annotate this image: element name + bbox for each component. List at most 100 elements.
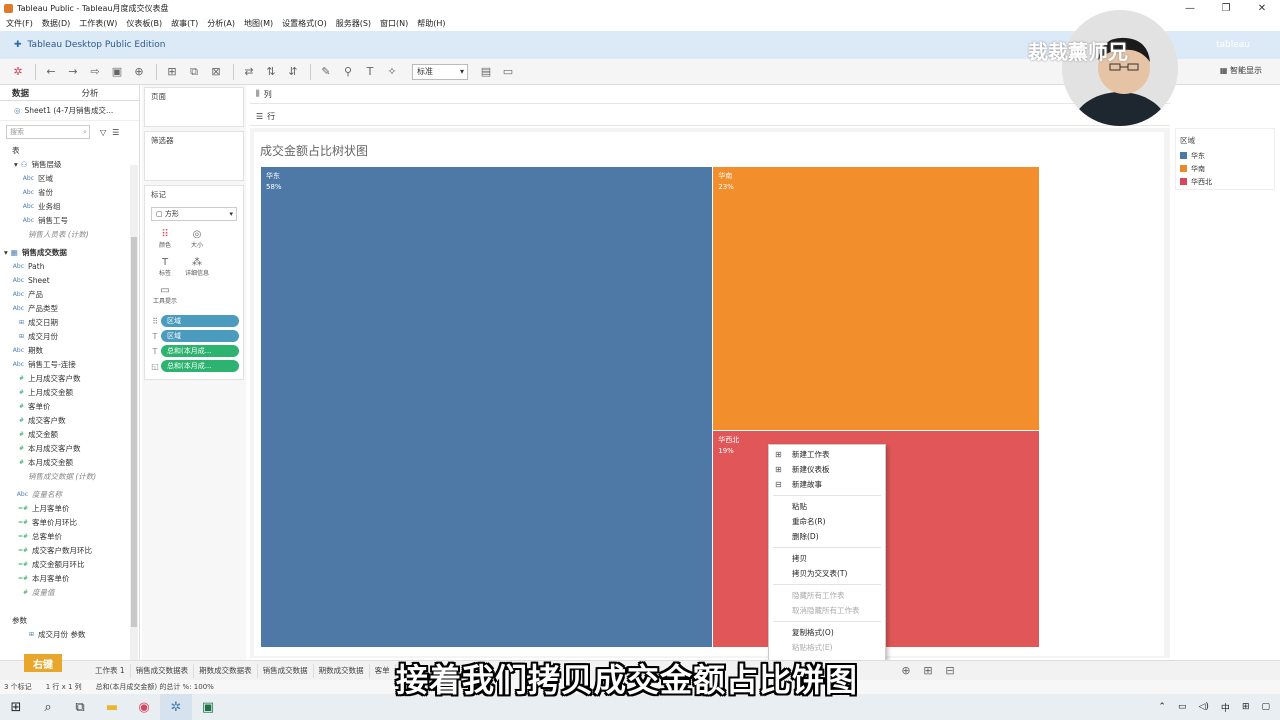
detail-button[interactable]: ⁂ 详细信息 [181, 253, 213, 281]
pill-field[interactable]: 区域 [161, 315, 239, 327]
ime-indicator[interactable]: 中 [1221, 701, 1230, 714]
swap-icon[interactable]: ⇄ [239, 63, 259, 81]
data-field[interactable]: # 成交金额 [0, 427, 139, 441]
close-button[interactable]: ✕ [1244, 0, 1280, 16]
context-menu-item[interactable]: 拷贝 [769, 551, 885, 566]
new-worksheet-tab-icon[interactable]: ⊕ [896, 662, 916, 680]
view-icon[interactable]: ☰ [112, 128, 119, 137]
keyboard-icon[interactable]: ⊞ [1242, 702, 1250, 712]
show-labels-icon[interactable]: T [360, 63, 380, 81]
label-button[interactable]: T 标签 [149, 253, 181, 281]
dimension-field[interactable]: Abc 省份 [0, 185, 139, 199]
dimension-field[interactable]: Abc 销售工号 [0, 213, 139, 227]
pill-field[interactable]: 区域 [161, 330, 239, 342]
dimension-field[interactable]: Abc 业务组 [0, 199, 139, 213]
data-field[interactable]: # 上月成交客户数 [0, 371, 139, 385]
duplicate-icon[interactable]: ⧉ [184, 63, 204, 81]
volume-icon[interactable]: ◁) [1198, 702, 1208, 712]
menu-window[interactable]: 窗口(N) [380, 18, 408, 29]
menu-story[interactable]: 故事(T) [171, 18, 198, 29]
count-field[interactable]: 销售成交数据 (计数) [0, 469, 139, 483]
legend-item[interactable]: 华南 [1176, 162, 1274, 175]
sheet-tab[interactable]: 期数成交数据 [314, 663, 370, 678]
sheet-tab[interactable]: 客单 [370, 663, 396, 678]
tab-analysis[interactable]: 分析 [70, 85, 140, 100]
file-explorer-icon[interactable]: ▬ [96, 694, 128, 720]
minimize-button[interactable]: — [1172, 0, 1208, 16]
notification-icon[interactable]: ▢ [1261, 702, 1270, 712]
filters-card[interactable]: 筛选器 [144, 131, 244, 181]
treemap-cell[interactable]: 华南 23% [712, 167, 1039, 430]
data-field[interactable]: Abc 产品 [0, 287, 139, 301]
data-field[interactable]: ⊞ 成交日期 [0, 315, 139, 329]
menu-server[interactable]: 服务器(S) [336, 18, 371, 29]
menu-file[interactable]: 文件(F) [6, 18, 33, 29]
filter-icon[interactable]: ▽ [100, 128, 106, 137]
menu-worksheet[interactable]: 工作表(W) [79, 18, 117, 29]
show-cards-icon[interactable]: ▤ [476, 63, 496, 81]
data-field[interactable]: ⊞ 成交月份 [0, 329, 139, 343]
menu-analysis[interactable]: 分析(A) [207, 18, 235, 29]
tableau-taskbar-icon[interactable]: ✲ [160, 694, 192, 720]
data-field[interactable]: # 客单价 [0, 399, 139, 413]
network-icon[interactable]: ▭ [1178, 702, 1187, 712]
data-field[interactable]: Abc 期数 [0, 343, 139, 357]
data-field[interactable]: Abc Path [0, 259, 139, 273]
excel-icon[interactable]: ▣ [192, 694, 224, 720]
calculated-field[interactable]: =# 上月客单价 [0, 501, 139, 515]
show-me-button[interactable]: ▦ 智能显示 [1220, 65, 1262, 76]
treemap-cell[interactable]: 华东 58% [261, 167, 713, 647]
datasource-item[interactable]: ◎ Sheet1 (4-7月销售成交... [0, 101, 139, 121]
marks-pill[interactable]: ⠿ 区域 [149, 315, 239, 327]
new-dashboard-tab-icon[interactable]: ⊞ [918, 662, 938, 680]
sheet-tab[interactable]: 销售成交数据 [258, 663, 314, 678]
tableau-logo-icon[interactable]: ✲ [8, 63, 28, 81]
context-menu-item[interactable]: 拷贝为交叉表(T) [769, 566, 885, 581]
replay-icon[interactable]: ⇨ [85, 63, 105, 81]
sheet-tab[interactable]: 工作表 1 [90, 663, 131, 678]
data-field[interactable]: # 成交客户数 [0, 413, 139, 427]
search-icon[interactable]: ⌕ [32, 694, 64, 720]
rows-shelf[interactable]: ☰ 行 [250, 107, 1170, 126]
pages-card[interactable]: 页面 [144, 87, 244, 127]
sheet-tab[interactable]: 期数成交数据表 [194, 663, 258, 678]
param-item[interactable]: ⊞ 成交月份 参数 [0, 627, 139, 641]
windows-start-icon[interactable]: ⊞ [0, 694, 32, 720]
data-field[interactable]: # 本月成交客户数 [0, 441, 139, 455]
field-search-input[interactable]: 搜索 ⌕ [6, 125, 90, 139]
legend-item[interactable]: 华西北 [1176, 175, 1274, 188]
undo-icon[interactable]: ← [41, 63, 61, 81]
menu-dashboard[interactable]: 仪表板(B) [126, 18, 162, 29]
highlight-icon[interactable]: ✎ [316, 63, 336, 81]
table-item[interactable]: ▾ ▦ 销售成交数据 [0, 245, 139, 259]
calculated-field[interactable]: =# 成交金额月环比 [0, 557, 139, 571]
calculated-field[interactable]: =# 总客单价 [0, 529, 139, 543]
context-menu-item[interactable]: 重命名(R) [769, 514, 885, 529]
pin-icon[interactable]: ✧ [382, 63, 402, 81]
measure-names-field[interactable]: Abc 度量名称 [0, 487, 139, 501]
pill-field[interactable]: 总和(本月成... [161, 360, 239, 372]
columns-shelf[interactable]: ⫼ 列 [250, 85, 1170, 104]
color-button[interactable]: ⠿ 颜色 [149, 225, 181, 253]
task-view-icon[interactable]: ⧉ [64, 694, 96, 720]
redo-icon[interactable]: → [63, 63, 83, 81]
hierarchy-item[interactable]: ▾ ⚇ 销售层级 [0, 157, 139, 171]
context-menu-item[interactable]: ⊞ 新建仪表板 [769, 462, 885, 477]
data-field[interactable]: # 本月成交金额 [0, 455, 139, 469]
tooltip-button[interactable]: ▭ 工具提示 [149, 281, 181, 309]
sort-asc-icon[interactable]: ⇅ [261, 63, 281, 81]
context-menu-item[interactable]: 粘贴 [769, 499, 885, 514]
scrollbar-thumb[interactable] [131, 237, 137, 627]
legend-item[interactable]: 华东 [1176, 149, 1274, 162]
calculated-field[interactable]: =# 客单价月环比 [0, 515, 139, 529]
presentation-icon[interactable]: ▭ [498, 63, 518, 81]
context-menu-item[interactable]: 删除(D) [769, 529, 885, 544]
pill-field[interactable]: 总和(本月成... [161, 345, 239, 357]
size-button[interactable]: ◎ 大小 [181, 225, 213, 253]
count-field[interactable]: 销售人员表 (计数) [0, 227, 139, 241]
context-menu-item[interactable]: ⊞ 新建工作表 [769, 447, 885, 462]
fit-select[interactable]: 标准 ▾ [412, 63, 468, 80]
sort-desc-icon[interactable]: ⇵ [283, 63, 303, 81]
context-menu-item[interactable]: 复制格式(O) [769, 625, 885, 640]
marks-pill[interactable]: T 总和(本月成... [149, 345, 239, 357]
